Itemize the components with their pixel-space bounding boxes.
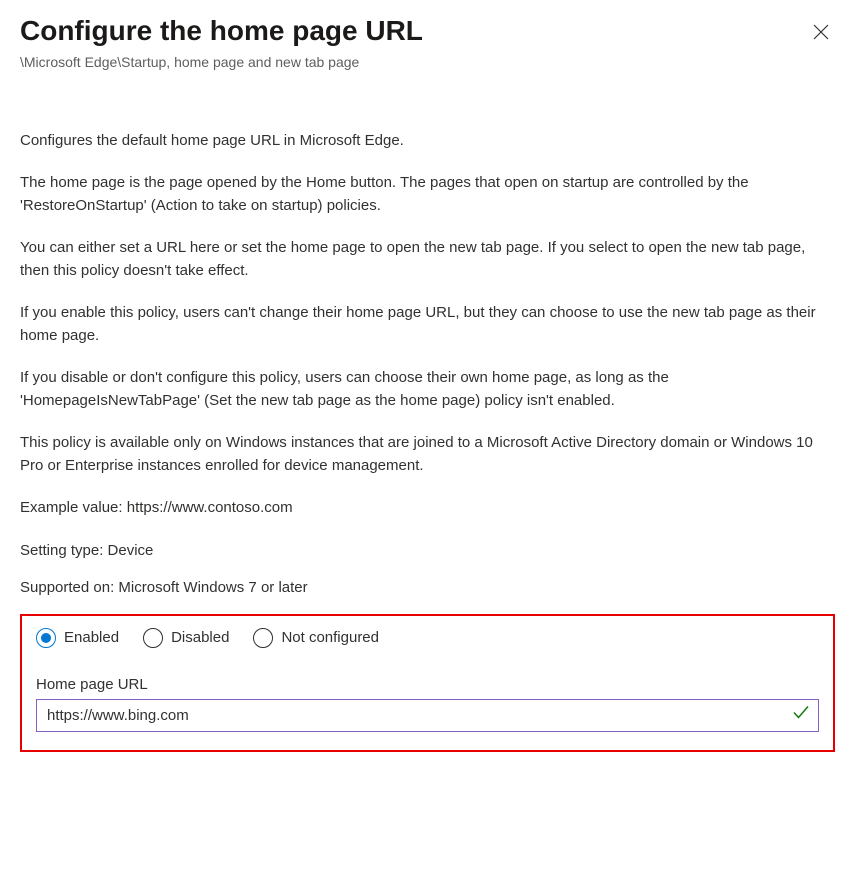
radio-enabled[interactable]: Enabled <box>36 628 119 648</box>
description-p4: If you enable this policy, users can't c… <box>20 302 835 347</box>
state-radio-group: Enabled Disabled Not configured <box>36 628 819 648</box>
policy-description: Configures the default home page URL in … <box>20 130 835 520</box>
close-button[interactable] <box>807 18 835 49</box>
description-p6: This policy is available only on Windows… <box>20 432 835 477</box>
supported-on: Supported on: Microsoft Windows 7 or lat… <box>20 577 835 598</box>
radio-icon <box>253 628 273 648</box>
description-p3: You can either set a URL here or set the… <box>20 237 835 282</box>
radio-not-configured[interactable]: Not configured <box>253 628 379 648</box>
radio-disabled[interactable]: Disabled <box>143 628 229 648</box>
description-p5: If you disable or don't configure this p… <box>20 367 835 412</box>
radio-enabled-label: Enabled <box>64 629 119 646</box>
page-title: Configure the home page URL <box>20 14 423 48</box>
home-page-url-label: Home page URL <box>36 676 819 693</box>
breadcrumb: \Microsoft Edge\Startup, home page and n… <box>20 54 423 70</box>
radio-not-configured-label: Not configured <box>281 629 379 646</box>
radio-icon <box>36 628 56 648</box>
radio-icon <box>143 628 163 648</box>
example-value: Example value: https://www.contoso.com <box>20 497 835 520</box>
configuration-panel: Enabled Disabled Not configured Home pag… <box>20 614 835 752</box>
radio-disabled-label: Disabled <box>171 629 229 646</box>
setting-type: Setting type: Device <box>20 540 835 561</box>
close-icon <box>813 28 829 43</box>
description-p1: Configures the default home page URL in … <box>20 130 835 153</box>
description-p2: The home page is the page opened by the … <box>20 172 835 217</box>
home-page-url-input[interactable] <box>36 699 819 732</box>
